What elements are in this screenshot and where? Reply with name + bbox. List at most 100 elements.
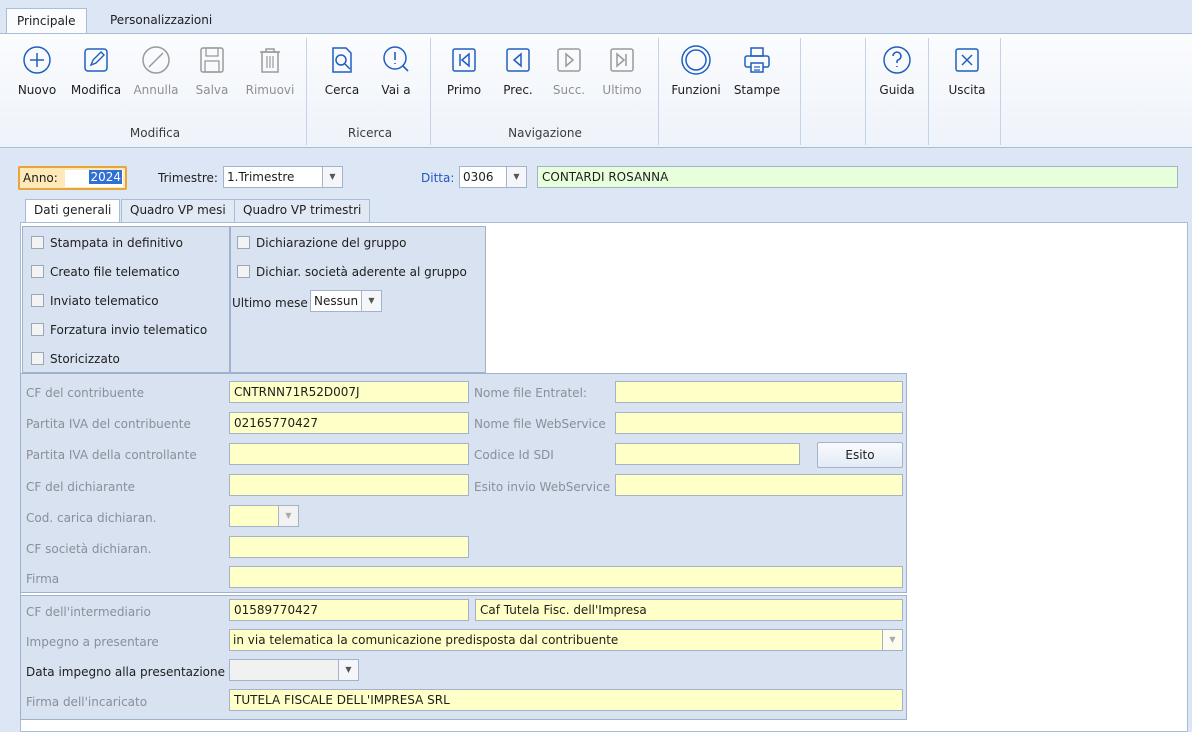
- anno-field[interactable]: Anno: 2024: [18, 166, 127, 190]
- modifica-button[interactable]: Modifica: [68, 38, 124, 110]
- data-impegno-label: Data impegno alla presentazione: [26, 665, 225, 679]
- funzioni-button[interactable]: Funzioni: [668, 38, 724, 110]
- chevron-down-icon[interactable]: ▼: [506, 167, 526, 187]
- intermediario-name-value: Caf Tutela Fisc. dell'Impresa: [480, 603, 647, 617]
- trash-icon: [260, 48, 280, 73]
- succ-label: Succ.: [552, 83, 586, 97]
- checkbox[interactable]: [31, 236, 44, 249]
- ditta-name: CONTARDI ROSANNA: [542, 170, 669, 184]
- flag-stampata[interactable]: Stampata in definitivo: [31, 236, 183, 252]
- contribuente-panel: CF del contribuente CNTRNN71R52D007J Nom…: [20, 373, 907, 593]
- checkbox[interactable]: [31, 323, 44, 336]
- chevron-down-icon[interactable]: ▼: [338, 660, 358, 680]
- next-record-icon: [557, 48, 581, 72]
- stampe-button[interactable]: Stampe: [729, 38, 785, 110]
- ditta-name-field[interactable]: CONTARDI ROSANNA: [537, 166, 1178, 188]
- printer-icon: [744, 47, 770, 73]
- previous-record-icon: [506, 48, 530, 72]
- esito-button[interactable]: Esito: [817, 442, 903, 468]
- impegno-select[interactable]: in via telematica la comunicazione predi…: [229, 629, 903, 651]
- cf-intermediario-field[interactable]: 01589770427: [229, 599, 469, 621]
- help-icon: [883, 46, 911, 74]
- annulla-button[interactable]: Annulla: [128, 38, 184, 110]
- cod-carica-select[interactable]: ▼: [229, 505, 299, 527]
- chevron-down-icon[interactable]: ▼: [361, 291, 381, 311]
- checkbox[interactable]: [31, 265, 44, 278]
- tab-quadro-vp-trimestri[interactable]: Quadro VP trimestri: [234, 199, 371, 222]
- nuovo-button[interactable]: Nuovo: [9, 38, 65, 110]
- codice-sdi-field[interactable]: [615, 443, 800, 465]
- salva-label: Salva: [195, 83, 229, 97]
- annulla-label: Annulla: [133, 83, 179, 97]
- ribbon-tab-principale[interactable]: Principale: [6, 8, 87, 34]
- ultimo-label: Ultimo: [602, 83, 642, 97]
- chevron-down-icon[interactable]: ▼: [882, 630, 902, 650]
- guida-button[interactable]: Guida: [869, 38, 925, 110]
- uscita-button[interactable]: Uscita: [939, 38, 995, 110]
- rimuovi-label: Rimuovi: [245, 83, 295, 97]
- esito-ws-label: Esito invio WebService: [474, 480, 611, 494]
- group-separator: [430, 38, 431, 145]
- primo-button[interactable]: Primo: [436, 38, 492, 110]
- cod-carica-label: Cod. carica dichiaran.: [26, 511, 157, 525]
- anno-input[interactable]: 2024: [65, 170, 123, 187]
- cf-contribuente-field[interactable]: CNTRNN71R52D007J: [229, 381, 469, 403]
- tab-dati-generali[interactable]: Dati generali: [25, 199, 121, 224]
- chevron-down-icon[interactable]: ▼: [322, 167, 342, 187]
- flag-dichiarazione-gruppo[interactable]: Dichiarazione del gruppo: [237, 236, 406, 252]
- firma-label: Firma: [26, 572, 60, 586]
- flag-societa-aderente[interactable]: Dichiar. società aderente al gruppo: [237, 265, 467, 281]
- edit-icon: [84, 48, 108, 72]
- ultimo-mese-select[interactable]: Nessun ▼: [310, 290, 382, 312]
- flag-label: Inviato telematico: [50, 294, 159, 308]
- esito-ws-field[interactable]: [615, 474, 903, 496]
- trimestre-select[interactable]: 1.Trimestre ▼: [223, 166, 343, 188]
- checkbox[interactable]: [237, 236, 250, 249]
- vai-a-button[interactable]: Vai a: [368, 38, 424, 110]
- rimuovi-button[interactable]: Rimuovi: [242, 38, 298, 110]
- ditta-code: 0306: [463, 170, 494, 184]
- flag-forzatura[interactable]: Forzatura invio telematico: [31, 323, 207, 339]
- ribbon-tab-personalizzazioni[interactable]: Personalizzazioni: [100, 8, 222, 34]
- prec-button[interactable]: Prec.: [490, 38, 546, 110]
- firma-incaricato-label: Firma dell'incaricato: [26, 695, 148, 709]
- plus-circle-icon: [23, 46, 51, 74]
- flag-storicizzato[interactable]: Storicizzato: [31, 352, 120, 368]
- cf-dichiarante-field[interactable]: [229, 474, 469, 496]
- nome-ws-field[interactable]: [615, 412, 903, 434]
- piva-contribuente-value: 02165770427: [234, 416, 318, 430]
- checkbox[interactable]: [31, 352, 44, 365]
- piva-controllante-field[interactable]: [229, 443, 469, 465]
- salva-button[interactable]: Salva: [184, 38, 240, 110]
- group-separator: [306, 38, 307, 145]
- firma-incaricato-field[interactable]: TUTELA FISCALE DELL'IMPRESA SRL: [229, 689, 903, 711]
- flag-label: Storicizzato: [50, 352, 120, 366]
- ribbon: Nuovo Modifica Annulla Salva Rimuovi Mod…: [0, 33, 1192, 148]
- succ-button[interactable]: Succ.: [541, 38, 597, 110]
- nome-entratel-field[interactable]: [615, 381, 903, 403]
- ultimo-button[interactable]: Ultimo: [594, 38, 650, 110]
- primo-label: Primo: [446, 83, 482, 97]
- flag-creato-file[interactable]: Creato file telematico: [31, 265, 180, 281]
- checkbox[interactable]: [31, 294, 44, 307]
- group-separator: [865, 38, 866, 145]
- piva-contribuente-field[interactable]: 02165770427: [229, 412, 469, 434]
- group-separator: [800, 38, 801, 145]
- tab-quadro-vp-mesi[interactable]: Quadro VP mesi: [121, 199, 235, 222]
- uscita-label: Uscita: [948, 83, 986, 97]
- intermediario-name-field[interactable]: Caf Tutela Fisc. dell'Impresa: [475, 599, 903, 621]
- cf-societa-field[interactable]: [229, 536, 469, 558]
- data-impegno-select[interactable]: ▼: [229, 659, 359, 681]
- chevron-down-icon[interactable]: ▼: [278, 506, 298, 526]
- vai-a-label: Vai a: [381, 83, 411, 97]
- checkbox[interactable]: [237, 265, 250, 278]
- ditta-label: Ditta:: [421, 171, 455, 185]
- codice-sdi-label: Codice Id SDI: [474, 448, 554, 462]
- group-separator: [1000, 38, 1001, 145]
- firma-field[interactable]: [229, 566, 903, 588]
- flag-inviato[interactable]: Inviato telematico: [31, 294, 159, 310]
- prec-label: Prec.: [503, 83, 533, 97]
- cerca-button[interactable]: Cerca: [314, 38, 370, 110]
- goto-search-icon: [383, 46, 409, 72]
- ditta-select[interactable]: 0306 ▼: [459, 166, 527, 188]
